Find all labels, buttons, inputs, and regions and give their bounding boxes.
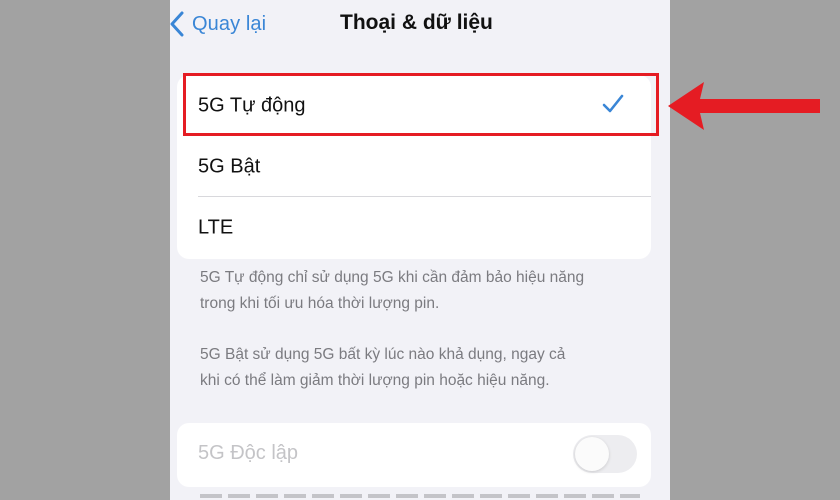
cut-off-footnote — [200, 490, 640, 500]
settings-screen: Quay lại Thoại & dữ liệu 5G Tự động 5G B… — [170, 0, 670, 500]
toggle-knob — [575, 437, 609, 471]
standalone-5g-toggle[interactable] — [573, 435, 637, 473]
option-5g-on[interactable]: 5G Bật — [177, 136, 651, 197]
standalone-5g-row: 5G Độc lập — [177, 423, 651, 487]
auto-description-line: 5G Tự động chỉ sử dụng 5G khi cần đảm bả… — [200, 269, 585, 286]
option-label: 5G Bật — [198, 155, 261, 177]
on-description: 5G Bật sử dụng 5G bất kỳ lúc nào khả dụn… — [200, 342, 640, 394]
page-title: Thoại & dữ liệu — [340, 11, 493, 34]
option-label: LTE — [198, 216, 234, 239]
on-description-line: 5G Bật sử dụng 5G bất kỳ lúc nào khả dụn… — [200, 346, 566, 363]
arrow-left-icon — [668, 82, 820, 135]
back-label: Quay lại — [192, 12, 267, 35]
standalone-5g-label: 5G Độc lập — [198, 442, 299, 464]
auto-description-line: trong khi tối ưu hóa thời lượng pin. — [200, 295, 440, 312]
checkmark-icon — [602, 94, 624, 119]
network-mode-options: 5G Tự động 5G Bật LTE — [177, 75, 651, 259]
on-description-line: khi có thể làm giảm thời lượng pin hoặc … — [200, 372, 550, 389]
option-label: 5G Tự động — [198, 94, 306, 116]
option-5g-auto[interactable]: 5G Tự động — [177, 75, 651, 136]
back-button[interactable]: Quay lại — [170, 9, 266, 39]
chevron-left-icon — [170, 11, 184, 37]
navigation-bar: Quay lại Thoại & dữ liệu — [170, 0, 670, 50]
option-lte[interactable]: LTE — [177, 197, 651, 259]
auto-description: 5G Tự động chỉ sử dụng 5G khi cần đảm bả… — [200, 265, 640, 317]
